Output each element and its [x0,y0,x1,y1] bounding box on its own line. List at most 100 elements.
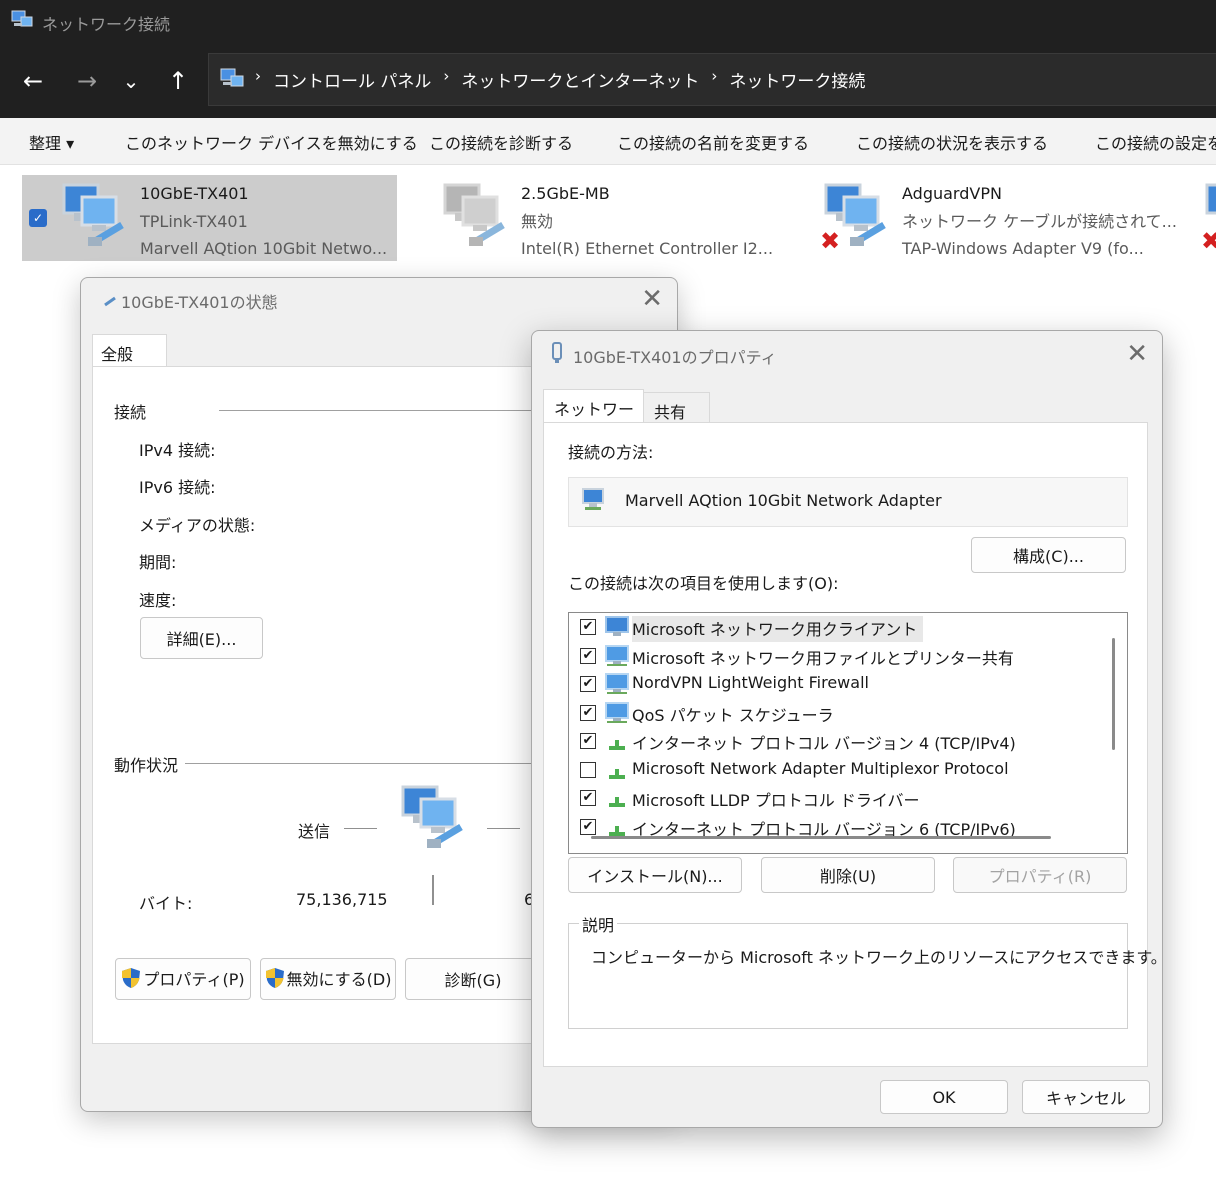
list-item[interactable]: ✔ インターネット プロトコル バージョン 4 (TCP/IPv4) [569,727,1104,755]
status-properties-button[interactable]: プロパティ(P) [115,958,251,1000]
network-client-icon [605,616,631,642]
bytes-divider [432,875,434,905]
connection-name: 2.5GbE-MB [521,184,610,203]
item-checkbox[interactable]: ✔ [580,647,596,664]
disconnected-x-icon: ✖ [1201,227,1216,255]
item-label: インターネット プロトコル バージョン 4 (TCP/IPv4) [632,734,1016,753]
connection-tile-adguardvpn[interactable]: ✖ AdguardVPN ネットワーク ケーブルが接続されて... TAP-Wi… [784,175,1177,261]
breadcrumb-control-panel[interactable]: コントロール パネル [273,67,431,92]
network-adapter-icon [60,181,132,255]
connection-text: 2.5GbE-MB 無効 Intel(R) Ethernet Controlle… [521,180,773,263]
item-checkbox[interactable]: ✔ [580,676,596,692]
network-service-icon [605,673,631,699]
uninstall-button[interactable]: 削除(U) [761,857,935,893]
connect-using-label: 接続の方法: [568,443,654,462]
protocol-icon [605,759,631,785]
item-label: Microsoft LLDP プロトコル ドライバー [632,791,920,810]
back-button[interactable]: ← [16,64,50,98]
items-list[interactable]: ✔ インターネット プロトコル バージョン 6 (TCP/IPv6) ✔ Micros… [568,612,1128,854]
media-state-label: メディアの状態: [139,516,256,535]
tab-general[interactable]: 全般 [92,334,167,367]
disable-device-command[interactable]: このネットワーク デバイスを無効にする [125,130,418,154]
item-label: NordVPN LightWeight Firewall [632,673,869,692]
disable-label: 無効にする(D) [286,969,392,989]
items-label: この接続は次の項目を使用します(O): [568,574,839,593]
rename-command[interactable]: この接続の名前を変更する [617,130,809,154]
status-dialog-title: 10GbE-TX401の状態 [121,293,278,312]
address-box[interactable]: › コントロール パネル › ネットワークとインターネット › ネットワーク接続 [208,53,1216,106]
recent-locations-button[interactable]: ⌄ [114,64,148,98]
organize-menu[interactable]: 整理 ▾ [29,130,74,154]
list-item[interactable]: ✔ Microsoft ネットワーク用クライアント [569,613,1104,642]
group-divider [219,410,549,411]
bytes-sent-value: 75,136,715 [296,890,388,909]
list-item[interactable]: Microsoft Network Adapter Multiplexor Pr… [569,756,1104,784]
connection-tile-10gbe[interactable]: ✓ 10GbE-TX401 TPLink-TX401 Marvell AQtio… [22,175,397,261]
diagnose-button[interactable]: 診断(G) [405,958,541,1000]
breadcrumb-network-connections[interactable]: ネットワーク接続 [729,67,865,92]
configure-button[interactable]: 構成(C)... [971,537,1126,573]
up-button[interactable]: ↑ [161,64,195,98]
item-label: Microsoft ネットワーク用クライアント [632,616,924,642]
item-checkbox[interactable]: ✔ [580,704,596,721]
networking-panel: 接続の方法: Marvell AQtion 10Gbit Network Ada… [543,422,1162,1067]
activity-line [487,828,520,829]
network-service-icon [605,701,631,728]
item-label: Microsoft ネットワーク用ファイルとプリンター共有 [632,648,1014,668]
ok-button[interactable]: OK [880,1080,1008,1114]
network-adapter-icon [581,486,607,516]
item-checkbox[interactable]: ✔ [580,818,596,835]
breadcrumb-separator: › [711,67,718,85]
diagnose-command[interactable]: この接続を診断する [429,130,573,154]
horizontal-scrollbar[interactable] [591,836,1051,839]
list-item[interactable]: ✔ QoS パケット スケジューラ [569,699,1104,727]
vertical-scrollbar[interactable] [1112,638,1115,750]
description-group: 説明 コンピューターから Microsoft ネットワーク上のリソースにアクセス… [568,912,1162,1029]
ipv6-label: IPv6 接続: [139,478,216,497]
item-checkbox[interactable] [580,761,596,778]
connection-group-label: 接続 [114,403,147,422]
install-button[interactable]: インストール(N)... [568,857,742,893]
connection-device: Intel(R) Ethernet Controller I2... [521,239,774,258]
connection-text: AdguardVPN ネットワーク ケーブルが接続されて... TAP-Wind… [902,180,1177,263]
protocol-icon [605,730,631,756]
tab-sharing[interactable]: 共有 [643,392,710,422]
view-status-command[interactable]: この接続の状況を表示する [856,130,1048,154]
activity-line [344,828,377,829]
disable-button[interactable]: 無効にする(D) [260,958,396,1000]
status-dialog-titlebar: 10GbE-TX401の状態 ✕ [81,278,677,320]
checkbox-icon[interactable]: ✓ [29,209,47,227]
sent-label: 送信 [298,822,331,841]
breadcrumb-separator: › [255,67,261,85]
item-checkbox[interactable]: ✔ [580,733,596,749]
connection-tile-partial[interactable]: ✖ [1165,175,1216,261]
protocol-icon [605,787,631,813]
item-checkbox[interactable]: ✔ [580,790,596,806]
cancel-button[interactable]: キャンセル [1022,1080,1150,1114]
list-item[interactable]: ✔ NordVPN LightWeight Firewall [569,670,1104,698]
change-settings-command[interactable]: この接続の設定を [1095,130,1216,154]
item-label: QoS パケット スケジューラ [632,705,834,725]
details-button[interactable]: 詳細(E)... [140,617,263,659]
uac-shield-icon [265,967,285,993]
bytes-label: バイト: [139,894,193,913]
forward-button[interactable]: → [70,64,104,98]
connection-device: Marvell AQtion 10Gbit Netwo... [140,239,388,258]
breadcrumb-network-internet[interactable]: ネットワークとインターネット [461,67,699,92]
ethernet-icon [550,342,564,368]
command-bar: 整理 ▾ このネットワーク デバイスを無効にする この接続を診断する この接続の… [0,118,1216,165]
tab-networking[interactable]: ネットワーク [543,389,644,443]
duration-label: 期間: [139,553,177,572]
list-item[interactable]: ✔ Microsoft ネットワーク用ファイルとプリンター共有 [569,642,1104,670]
properties-dialog-title: 10GbE-TX401のプロパティ [573,348,777,367]
connection-tile-2-5gbe[interactable]: 2.5GbE-MB 無効 Intel(R) Ethernet Controlle… [403,175,778,261]
item-properties-button[interactable]: プロパティ(R) [953,857,1127,893]
close-icon[interactable]: ✕ [1126,339,1148,369]
connection-text: 10GbE-TX401 TPLink-TX401 Marvell AQtion … [140,180,387,263]
close-icon[interactable]: ✕ [641,284,663,314]
connection-device: TAP-Windows Adapter V9 (fo... [902,239,1144,258]
description-text: コンピューターから Microsoft ネットワーク上のリソースにアクセスできま… [591,948,1163,967]
item-checkbox[interactable]: ✔ [580,619,596,635]
list-item[interactable]: ✔ Microsoft LLDP プロトコル ドライバー [569,784,1104,812]
activity-group-label: 動作状況 [114,756,179,775]
